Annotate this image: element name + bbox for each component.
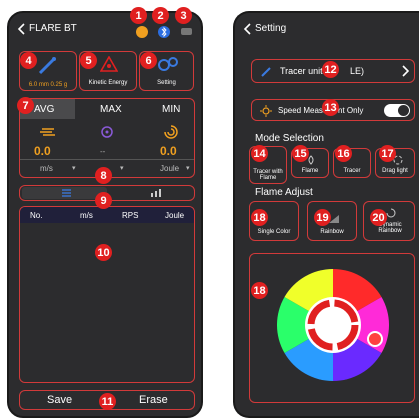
mode-label: Tracer [343, 168, 361, 174]
badge-7: 7 [17, 97, 34, 114]
tab-min[interactable]: MIN [162, 104, 180, 115]
bluetooth-icon [158, 26, 170, 38]
col-header-joule: Joule [165, 211, 185, 220]
page-title: Setting [255, 23, 287, 34]
badge-3: 3 [175, 7, 192, 24]
chevron-down-icon[interactable]: ▾ [186, 164, 190, 172]
chart-view-icon[interactable] [150, 188, 162, 198]
speed-only-label-suffix: nt Only [338, 106, 364, 115]
warning-triangle-icon [100, 56, 118, 72]
app-title: FLARE BT [29, 23, 77, 34]
mode-section-title: Mode Selection [255, 133, 324, 144]
badge-20: 20 [370, 209, 387, 226]
speed-only-label: Speed Measu [278, 106, 328, 115]
speed-unit-select[interactable]: m/s [40, 164, 53, 173]
stats-panel: AVG MAX MIN 0.0 -- 0.0 m/s ▾ ▾ Joule ▾ [19, 98, 195, 178]
tab-max[interactable]: MAX [100, 104, 122, 115]
badge-19: 19 [314, 209, 331, 226]
badge-10: 10 [95, 244, 112, 261]
color-wheel-panel [249, 253, 415, 403]
tracer-unit-label: Tracer unit ( [280, 66, 329, 76]
gears-icon [157, 56, 179, 72]
col-header-speed: m/s [80, 211, 93, 220]
kinetic-energy-label: Kinetic Energy [88, 80, 128, 86]
avg-speed-value: 0.0 [34, 144, 51, 158]
badge-1: 1 [130, 7, 147, 24]
badge-4: 4 [20, 52, 37, 69]
chevron-down-icon[interactable]: ▾ [120, 164, 124, 172]
energy-icon [164, 125, 178, 139]
badge-18: 18 [251, 209, 268, 226]
badge-2: 2 [152, 7, 169, 24]
battery-icon [181, 28, 192, 35]
badge-8: 8 [95, 167, 112, 184]
flame-label: Single Color [257, 229, 291, 235]
sun-icon [260, 105, 272, 117]
rps-value: -- [100, 147, 106, 156]
badge-12: 12 [322, 61, 339, 78]
flare-bt-screen: FLARE BT 6.0 mm 0.25 g Kinetic Energy Se… [7, 11, 203, 418]
energy-value: 0.0 [160, 144, 177, 158]
back-icon[interactable] [243, 23, 251, 35]
badge-11: 11 [99, 393, 116, 410]
badge-18-wheel: 18 [251, 282, 268, 299]
color-wheel[interactable] [277, 269, 389, 381]
chevron-down-icon[interactable]: ▾ [72, 164, 76, 172]
tracer-unit-value: LE) [350, 66, 365, 76]
mode-label: Flame [301, 168, 319, 174]
dynamic-rainbow-icon [386, 208, 396, 218]
mode-label: Tracer with Flame [253, 169, 283, 181]
badge-13: 13 [322, 99, 339, 116]
flame-label: Rainbow [320, 229, 344, 235]
energy-unit-select[interactable]: Joule [160, 164, 179, 173]
back-icon[interactable] [17, 23, 25, 35]
badge-15: 15 [292, 145, 309, 162]
save-button[interactable]: Save [47, 394, 72, 406]
tracer-unit-icon [260, 66, 272, 78]
rps-icon [100, 125, 114, 139]
mode-label: Drag light [382, 168, 408, 174]
badge-14: 14 [251, 145, 268, 162]
badge-5: 5 [80, 52, 97, 69]
col-header-no: No. [30, 211, 43, 220]
tracer-unit-label: 6.0 mm 0.25 g [28, 82, 68, 88]
shot-table: No. m/s RPS Joule [19, 206, 195, 383]
col-header-rps: RPS [122, 211, 139, 220]
flame-section-title: Flame Adjust [255, 187, 313, 198]
setting-label: Setting [157, 80, 176, 86]
badge-16: 16 [335, 145, 352, 162]
badge-6: 6 [140, 52, 157, 69]
tracer-unit-icon [36, 56, 58, 76]
chevron-right-icon [402, 65, 409, 77]
erase-button[interactable]: Erase [139, 394, 168, 406]
list-view-icon[interactable] [60, 188, 72, 198]
badge-17: 17 [379, 145, 396, 162]
tab-avg[interactable]: AVG [34, 104, 54, 115]
status-icon [136, 26, 148, 38]
speed-only-toggle[interactable] [384, 104, 410, 117]
badge-9: 9 [95, 192, 112, 209]
speed-icon [40, 126, 56, 138]
